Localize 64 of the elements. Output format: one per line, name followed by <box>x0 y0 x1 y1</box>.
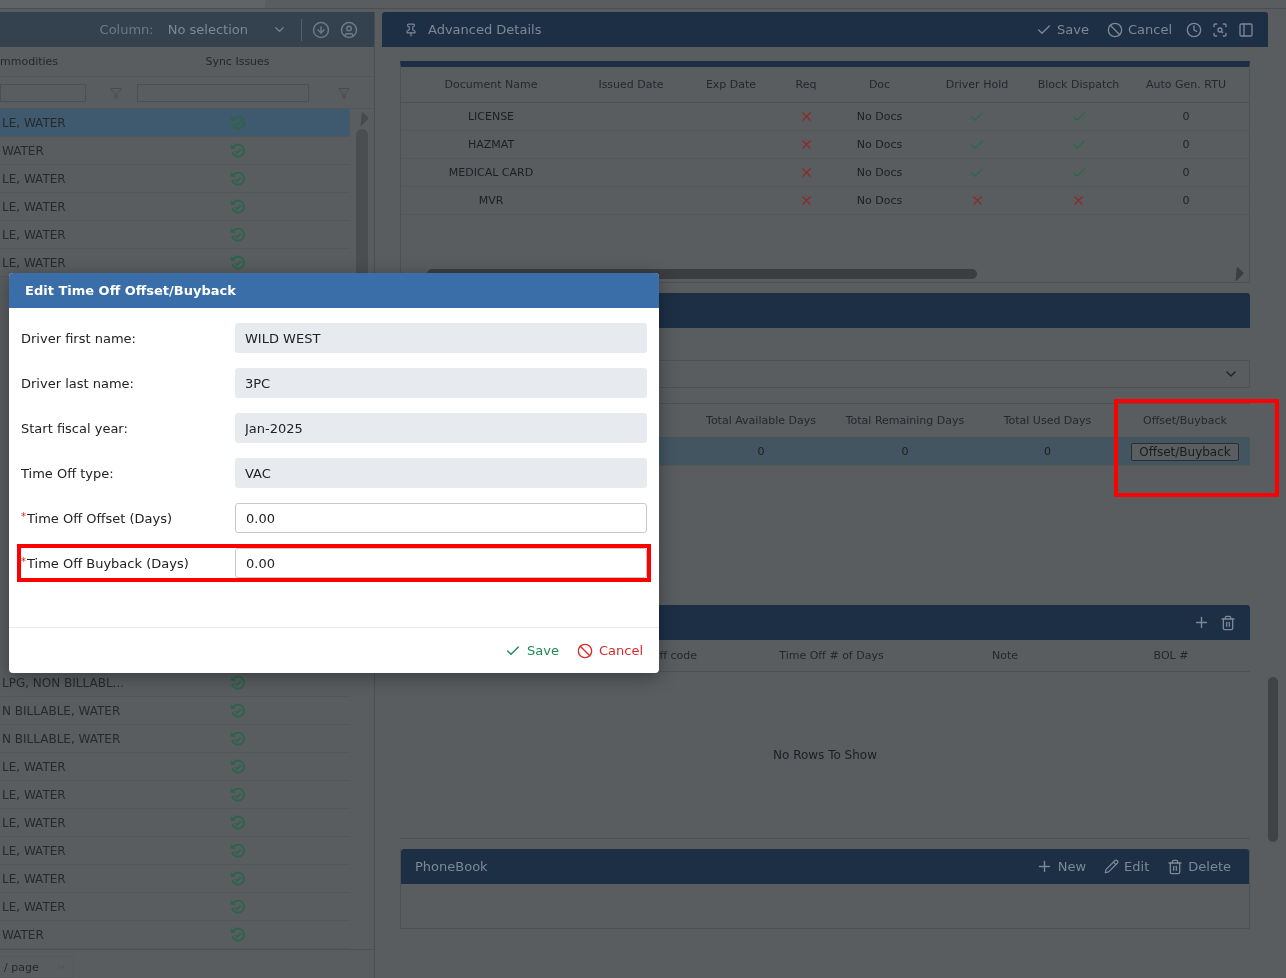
document-name-cell-text: MEDICAL CARD <box>447 166 535 179</box>
sync-check-icon <box>229 254 246 271</box>
sync-check-icon <box>229 226 246 243</box>
dialog-button[interactable]: Cancel <box>572 640 647 661</box>
required-mark: * <box>21 555 26 567</box>
document-name-cell-text: HAZMAT <box>466 138 516 151</box>
toolbar-button[interactable]: New <box>1031 858 1091 875</box>
doc-cell-text: No Docs <box>855 138 904 151</box>
column-select[interactable]: No selection <box>163 22 291 37</box>
scrollbar-thumb[interactable] <box>1268 677 1278 842</box>
offset-buyback-button[interactable]: Offset/Buyback <box>1131 442 1239 461</box>
pin-icon[interactable] <box>404 22 418 37</box>
used-days-cell-text: 0 <box>1043 445 1052 458</box>
commodities-cell-text: LE, WATER <box>1 115 67 130</box>
sync-check-icon <box>229 898 246 915</box>
panel-title: Advanced Details <box>428 22 543 37</box>
sync-check-icon <box>229 114 246 131</box>
field-label: *Time Off Offset (Days) <box>21 510 174 526</box>
panel-title: PhoneBook <box>415 859 489 874</box>
clock-icon[interactable] <box>1186 21 1202 38</box>
field-label: Driver last name: <box>21 375 135 391</box>
sync-check-icon <box>229 170 246 187</box>
sync-check-icon <box>229 674 246 691</box>
trash-icon <box>1167 858 1184 875</box>
document-name-cell-text: LICENSE <box>466 110 516 123</box>
empty-message: No Rows To Show <box>773 748 877 762</box>
sync-check-icon <box>229 926 246 943</box>
field-label: Start fiscal year: <box>21 420 129 436</box>
sync-check-icon <box>229 814 246 831</box>
doc-cell-text: No Docs <box>855 166 904 179</box>
cancel-icon <box>576 642 593 659</box>
field-label: Time Off type: <box>21 465 115 481</box>
document-name-cell-text: MVR <box>477 194 505 207</box>
cross-icon <box>1071 193 1086 208</box>
dialog-button[interactable]: Save <box>501 640 563 661</box>
sync-check-icon <box>229 198 246 215</box>
trash-icon[interactable] <box>1220 614 1236 631</box>
toolbar-button[interactable]: Cancel <box>1102 21 1176 38</box>
column-label: Column: <box>99 22 154 37</box>
panel-icon[interactable] <box>1238 21 1254 38</box>
pencil-icon <box>1104 859 1120 874</box>
plus-icon[interactable] <box>1193 614 1210 631</box>
field-label: Driver first name: <box>21 330 137 346</box>
sync-check-icon <box>229 702 246 719</box>
doc-cell-text: No Docs <box>855 194 904 207</box>
dialog-title: Edit Time Off Offset/Buyback <box>25 283 236 298</box>
toolbar-button[interactable]: Delete <box>1163 858 1235 875</box>
sync-check-icon <box>229 786 246 803</box>
input-field[interactable]: 0.00 <box>235 548 647 578</box>
sync-check-icon <box>229 842 246 859</box>
user-icon[interactable] <box>340 20 358 39</box>
sync-check-icon <box>229 730 246 747</box>
sync-check-icon <box>229 870 246 887</box>
sync-check-icon <box>229 142 246 159</box>
sync-check-icon <box>229 758 246 775</box>
toolbar-button[interactable]: Edit <box>1100 859 1154 874</box>
grid-row[interactable]: LE, WATER <box>0 109 350 137</box>
cancel-icon <box>1106 21 1123 38</box>
doc-cell-text: No Docs <box>855 110 904 123</box>
field-label: *Time Off Buyback (Days) <box>21 555 190 571</box>
input-field[interactable]: 0.00 <box>235 503 647 533</box>
toolbar-button[interactable]: Save <box>1032 21 1093 38</box>
required-mark: * <box>21 510 26 522</box>
download-icon[interactable] <box>312 20 330 39</box>
